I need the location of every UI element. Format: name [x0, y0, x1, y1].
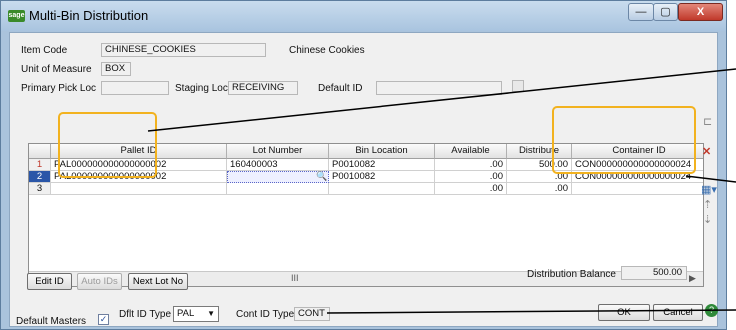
container-callout-line [685, 175, 736, 183]
cont-type-callout-line [326, 309, 736, 314]
annotation-lines [147, 68, 736, 314]
pallet-callout-line [147, 68, 736, 132]
